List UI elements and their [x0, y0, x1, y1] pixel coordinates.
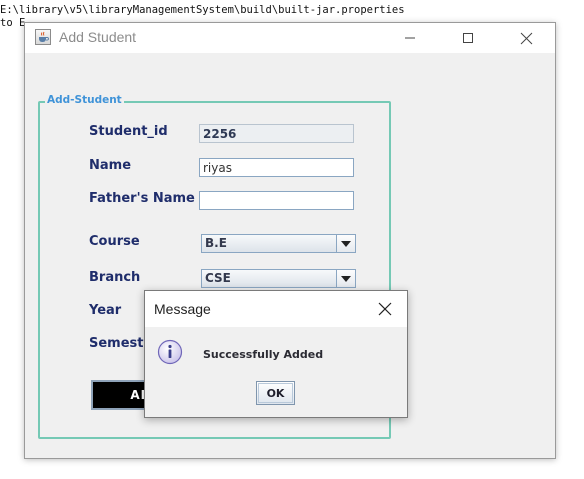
dialog-message: Successfully Added	[203, 348, 324, 361]
fathers-name-field[interactable]	[199, 191, 354, 210]
console-line: to E	[0, 17, 26, 29]
console-output: E:\library\v5\libraryManagementSystem\bu…	[0, 0, 405, 39]
branch-label: Branch	[89, 270, 141, 285]
maximize-button[interactable]	[445, 23, 491, 53]
maximize-icon	[463, 33, 473, 43]
name-label: Name	[89, 158, 132, 173]
window-titlebar[interactable]: Add Student	[25, 23, 555, 53]
java-cup-icon	[35, 29, 51, 45]
close-button[interactable]	[503, 23, 549, 53]
console-line: E:\library\v5\libraryManagementSystem\bu…	[0, 4, 405, 16]
branch-select[interactable]: CSE	[201, 269, 356, 288]
dialog-title: Message	[154, 301, 211, 317]
branch-value: CSE	[205, 271, 231, 285]
ok-button[interactable]: OK	[256, 381, 295, 405]
student-id-field: 2256	[199, 124, 354, 143]
ok-button-label: OK	[266, 386, 285, 400]
semester-label: Semeste	[89, 336, 153, 351]
student-id-label: Student_id	[89, 124, 168, 139]
message-dialog: Message Successfully Added OK	[144, 290, 408, 418]
chevron-down-icon[interactable]	[336, 270, 355, 287]
minimize-icon	[405, 37, 415, 39]
course-select[interactable]: B.E	[201, 234, 356, 253]
window-title: Add Student	[59, 29, 137, 45]
course-value: B.E	[205, 236, 227, 250]
year-label: Year	[89, 303, 122, 318]
dialog-close-button[interactable]	[363, 291, 407, 327]
dialog-titlebar[interactable]: Message	[145, 291, 407, 327]
minimize-button[interactable]	[387, 23, 433, 53]
name-field[interactable]: riyas	[199, 158, 354, 177]
group-title: Add-Student	[45, 94, 124, 106]
fathers-name-label: Father's Name	[89, 191, 195, 206]
close-icon	[378, 302, 392, 316]
chevron-down-icon[interactable]	[336, 235, 355, 252]
course-label: Course	[89, 234, 140, 249]
close-icon	[520, 32, 532, 44]
info-icon	[157, 339, 183, 365]
